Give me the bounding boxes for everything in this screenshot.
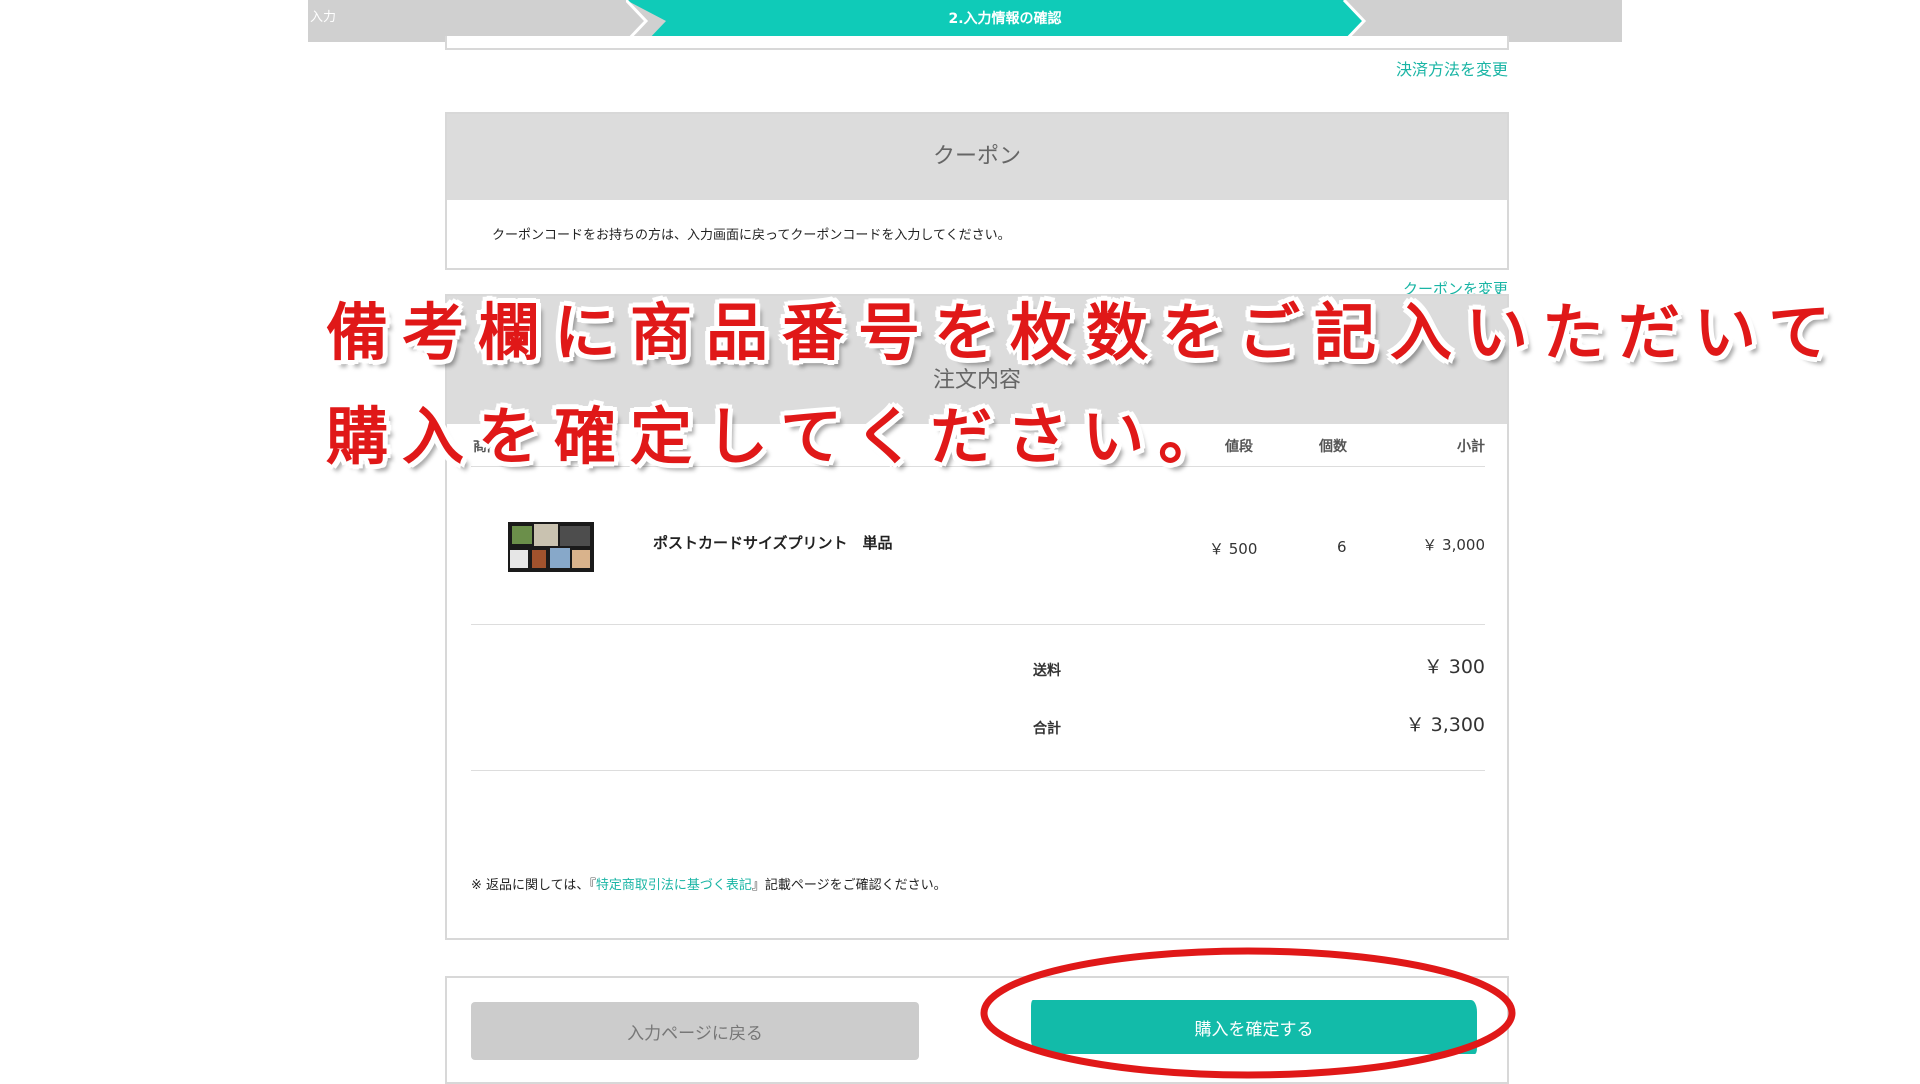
back-to-input-button[interactable]: 入力ページに戻る: [471, 1002, 919, 1060]
payment-section-bottom: [445, 36, 1509, 50]
product-thumbnail: [508, 522, 594, 572]
annotation-line-2: 購入を確定してください。: [326, 400, 1235, 473]
coupon-instruction: クーポンコードをお持ちの方は、入力画面に戻ってクーポンコードを入力してください。: [492, 228, 1011, 243]
step-input: 入力: [310, 10, 337, 25]
coupon-section: クーポン クーポンコードをお持ちの方は、入力画面に戻ってクーポンコードを入力して…: [445, 112, 1509, 270]
return-note-suffix: 』記載ページをご確認ください。: [751, 878, 947, 893]
annotation-line-1: 備考欄に商品番号を枚数をご記入いただいて: [326, 296, 1845, 369]
shipping-value: ￥ 300: [1423, 656, 1485, 678]
column-header-subtotal: 小計: [1457, 439, 1485, 455]
return-note-prefix: ※ 返品に関しては、『: [471, 878, 596, 893]
confirm-purchase-button[interactable]: 購入を確定する: [1031, 1000, 1477, 1054]
item-subtotal: ￥ 3,000: [1422, 536, 1485, 554]
action-section: 入力ページに戻る 購入を確定する: [445, 976, 1509, 1084]
total-label: 合計: [1033, 721, 1061, 737]
change-payment-link[interactable]: 決済方法を変更: [1396, 56, 1508, 80]
legal-notice-link[interactable]: 特定商取引法に基づく表記: [596, 878, 752, 893]
total-value: ￥ 3,300: [1405, 714, 1485, 736]
return-policy-note: ※ 返品に関しては、『特定商取引法に基づく表記』記載ページをご確認ください。: [471, 874, 947, 893]
item-name: ポストカードサイズプリント 単品: [653, 534, 893, 552]
divider: [471, 624, 1485, 625]
step-confirm-label: 2.入力情報の確認: [948, 11, 1062, 27]
shipping-label: 送料: [1033, 663, 1061, 679]
divider: [471, 770, 1485, 771]
coupon-title: クーポン: [447, 114, 1507, 200]
column-header-qty: 個数: [1319, 439, 1347, 455]
item-price: ￥ 500: [1209, 540, 1258, 558]
item-qty: 6: [1337, 538, 1347, 556]
